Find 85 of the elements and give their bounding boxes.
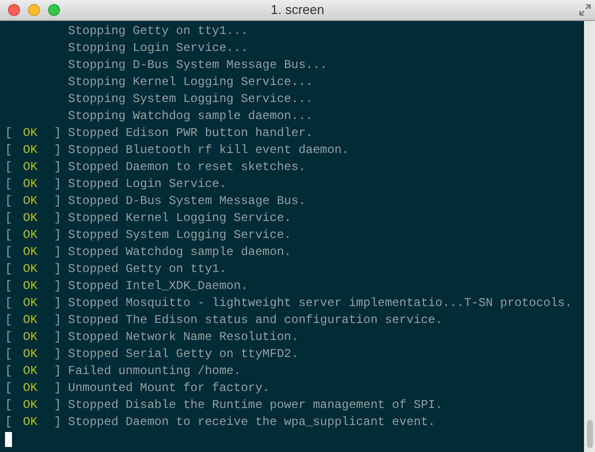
log-line: Stopped Getty on tty1. — [68, 261, 226, 278]
log-line: Stopped Login Service. — [68, 176, 226, 193]
ok-status: OK — [22, 397, 38, 414]
bracket: [ — [5, 261, 14, 278]
ok-status: OK — [22, 261, 38, 278]
bracket: [ — [5, 176, 14, 193]
ok-status: OK — [22, 176, 38, 193]
ok-status: OK — [22, 244, 38, 261]
ok-status: OK — [22, 414, 38, 431]
log-line: Failed unmounting /home. — [68, 363, 241, 380]
bracket: ] — [54, 261, 62, 278]
bracket: ] — [54, 227, 62, 244]
bracket: ] — [54, 329, 62, 346]
bracket: [ — [5, 414, 14, 431]
log-line: Unmounted Mount for factory. — [68, 380, 270, 397]
close-icon[interactable] — [8, 4, 20, 16]
ok-status: OK — [22, 295, 38, 312]
bracket: ] — [54, 210, 62, 227]
log-line: Stopped Bluetooth rf kill event daemon. — [68, 142, 349, 159]
log-line: Stopping System Logging Service... — [68, 92, 313, 106]
ok-status: OK — [22, 142, 38, 159]
log-line: Stopped Intel_XDK_Daemon. — [68, 278, 248, 295]
ok-status: OK — [22, 363, 38, 380]
bracket: [ — [5, 227, 14, 244]
fullscreen-icon[interactable] — [579, 4, 591, 16]
bracket: [ — [5, 346, 14, 363]
ok-status: OK — [22, 227, 38, 244]
bracket: [ — [5, 193, 14, 210]
log-line: Stopped Kernel Logging Service. — [68, 210, 292, 227]
log-line: Stopped Daemon to reset sketches. — [68, 159, 306, 176]
log-line: Stopped Edison PWR button handler. — [68, 125, 313, 142]
ok-status: OK — [22, 193, 38, 210]
log-line: Stopped Network Name Resolution. — [68, 329, 298, 346]
log-line: Stopping Watchdog sample daemon... — [68, 109, 313, 123]
bracket: [ — [5, 363, 14, 380]
log-line: Stopped Disable the Runtime power management of SPI. — [68, 397, 442, 414]
log-line: Stopped Daemon to receive the wpa_supplicant event. — [68, 414, 436, 431]
bracket: [ — [5, 329, 14, 346]
bracket: ] — [54, 125, 62, 142]
bracket: ] — [54, 414, 62, 431]
ok-status: OK — [22, 278, 38, 295]
bracket: [ — [5, 142, 14, 159]
ok-status: OK — [22, 159, 38, 176]
bracket: [ — [5, 312, 14, 329]
log-line: Stopped D-Bus System Message Bus. — [68, 193, 306, 210]
bracket: ] — [54, 397, 62, 414]
ok-status: OK — [22, 380, 38, 397]
scroll-thumb[interactable] — [586, 420, 592, 448]
bracket: [ — [5, 295, 14, 312]
bracket: ] — [54, 159, 62, 176]
bracket: ] — [54, 363, 62, 380]
bracket: ] — [54, 176, 62, 193]
ok-status: OK — [22, 210, 38, 227]
bracket: [ — [5, 380, 14, 397]
log-line: Stopped Watchdog sample daemon. — [68, 244, 292, 261]
log-line: Stopped Serial Getty on ttyMFD2. — [68, 346, 298, 363]
cursor — [5, 432, 12, 447]
ok-status: OK — [22, 312, 38, 329]
bracket: [ — [5, 210, 14, 227]
bracket: [ — [5, 278, 14, 295]
ok-status: OK — [22, 125, 38, 142]
minimize-icon[interactable] — [28, 4, 40, 16]
bracket: [ — [5, 244, 14, 261]
log-line: Stopped System Logging Service. — [68, 227, 292, 244]
bracket: [ — [5, 125, 14, 142]
window-title: 1. screen — [270, 1, 324, 20]
log-line: Stopped The Edison status and configuration service. — [68, 312, 442, 329]
bracket: [ — [5, 397, 14, 414]
bracket: ] — [54, 142, 62, 159]
ok-status: OK — [22, 329, 38, 346]
log-line: Stopping Login Service... — [68, 41, 248, 55]
bracket: ] — [54, 193, 62, 210]
bracket: ] — [54, 312, 62, 329]
bracket: [ — [5, 159, 14, 176]
bracket: ] — [54, 380, 62, 397]
bracket: ] — [54, 278, 62, 295]
bracket: ] — [54, 244, 62, 261]
ok-status: OK — [22, 346, 38, 363]
log-line: Stopped Mosquitto - lightweight server implementatio...T-SN protocols. — [68, 295, 572, 312]
bracket: ] — [54, 295, 62, 312]
bracket: ] — [54, 346, 62, 363]
log-line: Stopping Getty on tty1... — [68, 24, 248, 38]
zoom-icon[interactable] — [48, 4, 60, 16]
log-line: Stopping D-Bus System Message Bus... — [68, 58, 328, 72]
log-line: Stopping Kernel Logging Service... — [68, 75, 313, 89]
